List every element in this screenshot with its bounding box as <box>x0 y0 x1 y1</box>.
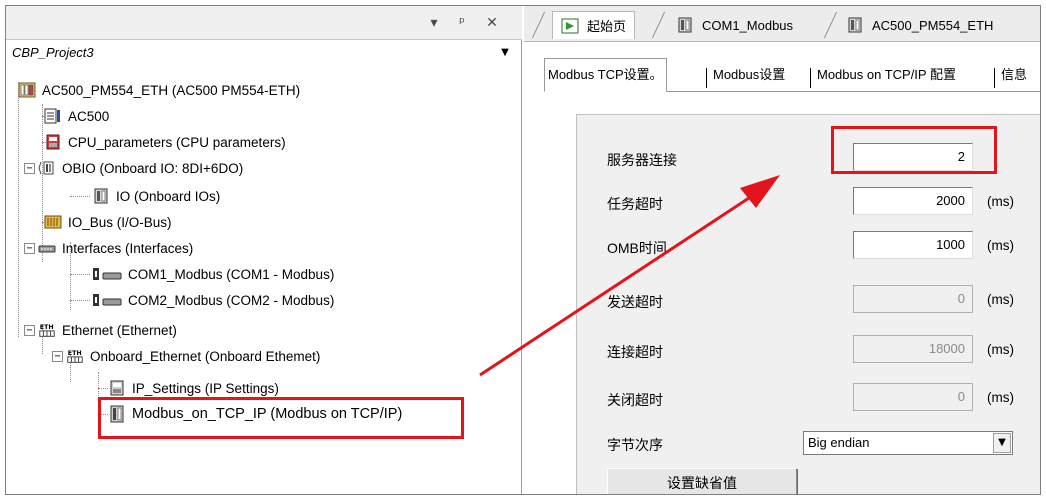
tab-com1-modbus[interactable]: COM1_Modbus <box>668 11 801 39</box>
send-timeout-field: 0 <box>853 285 973 313</box>
svg-text:ETH: ETH <box>40 324 54 331</box>
settings-tab-strip: Modbus TCP设置。 Modbus设置 Modbus on TCP/IP … <box>544 58 1040 92</box>
tab-modbus-tcp-settings[interactable]: Modbus TCP设置。 <box>544 58 667 92</box>
modbus-tcp-settings-form: 服务器连接 2 任务超时 2000 (ms) OMB时间 1000 (ms) 发… <box>576 114 1040 494</box>
tree-node-com1-modbus[interactable]: COM1_Modbus (COM1 - Modbus) <box>92 264 334 284</box>
tree-node-com2-modbus[interactable]: COM2_Modbus (COM2 - Modbus) <box>92 290 334 310</box>
send-timeout-unit: (ms) <box>987 292 1014 307</box>
io-module-icon <box>676 17 694 33</box>
io-bus-icon <box>44 214 62 230</box>
tab-start-page[interactable]: 起始页 <box>552 11 636 39</box>
highlight-box-field <box>831 126 997 174</box>
collapse-icon[interactable]: − <box>52 350 63 362</box>
task-timeout-unit: (ms) <box>987 194 1014 209</box>
omb-time-field[interactable]: 1000 <box>853 231 973 259</box>
ethernet-icon: ETH <box>66 348 84 364</box>
svg-text:ETH: ETH <box>68 350 82 357</box>
tab-label: AC500_PM554_ETH <box>872 17 994 33</box>
byte-order-value: Big endian <box>808 435 870 450</box>
tree-node-ethernet[interactable]: − ETH Ethernet (Ethernet) <box>24 320 177 340</box>
serial-port-icon <box>92 292 122 308</box>
tree-label-plc: AC500_PM554_ETH (AC500 PM554-ETH) <box>42 82 301 98</box>
tree-label-com1-modbus: COM1_Modbus (COM1 - Modbus) <box>128 266 335 282</box>
task-timeout-field[interactable]: 2000 <box>853 187 973 215</box>
application-icon <box>44 108 62 124</box>
tree-node-plc[interactable]: AC500_PM554_ETH (AC500 PM554-ETH) <box>18 80 300 100</box>
tree-node-ac500[interactable]: AC500 <box>44 106 109 126</box>
panel-dropdown-icon[interactable]: ▾ <box>424 13 444 33</box>
close-timeout-field: 0 <box>853 383 973 411</box>
tab-label: 起始页 <box>587 19 627 34</box>
serial-port-icon <box>92 266 122 282</box>
tree-node-io-bus[interactable]: IO_Bus (I/O-Bus) <box>44 212 172 232</box>
start-page-icon <box>561 18 579 34</box>
io-module-icon <box>846 17 864 33</box>
close-icon[interactable]: ✕ <box>482 13 502 33</box>
interfaces-icon <box>38 240 56 256</box>
project-name[interactable]: CBP_Project3 <box>12 45 94 60</box>
io-module-icon <box>92 188 110 204</box>
set-default-button[interactable]: 设置缺省值 <box>607 468 797 494</box>
close-timeout-unit: (ms) <box>987 390 1014 405</box>
tree-node-obio[interactable]: − OBIO (Onboard IO: 8DI+6DO) <box>24 158 243 178</box>
byte-order-label: 字节次序 <box>607 437 663 453</box>
editor-panel: 起始页 COM1_Modbus AC500_PM554_ETH Modbus T… <box>524 6 1040 494</box>
tab-modbus-settings[interactable]: Modbus设置 <box>710 62 788 90</box>
ip-settings-icon <box>108 380 126 396</box>
collapse-icon[interactable]: − <box>24 242 35 254</box>
tree-label-io: IO (Onboard IOs) <box>116 188 221 204</box>
collapse-icon[interactable]: − <box>24 324 35 336</box>
tree-label-obio: OBIO (Onboard IO: 8DI+6DO) <box>62 160 244 176</box>
tree-node-interfaces[interactable]: − Interfaces (Interfaces) <box>24 238 193 258</box>
tree-node-onboard-ethernet[interactable]: − ETH Onboard_Ethernet (Onboard Ethemet) <box>52 346 320 366</box>
tree-label-com2-modbus: COM2_Modbus (COM2 - Modbus) <box>128 292 335 308</box>
tab-label: COM1_Modbus <box>702 17 794 33</box>
connect-timeout-label: 连接超时 <box>607 344 663 360</box>
tab-info[interactable]: 信息 <box>998 62 1030 90</box>
connect-timeout-unit: (ms) <box>987 342 1014 357</box>
chevron-down-icon[interactable]: ▼ <box>993 433 1011 453</box>
collapse-icon[interactable]: − <box>24 162 35 174</box>
connect-timeout-field: 18000 <box>853 335 973 363</box>
send-timeout-label: 发送超时 <box>607 294 663 310</box>
omb-time-label: OMB时间 <box>607 240 667 256</box>
server-connections-label: 服务器连接 <box>607 152 677 168</box>
tree-label-ac500: AC500 <box>68 108 110 124</box>
task-timeout-label: 任务超时 <box>607 196 663 212</box>
tree-node-io[interactable]: IO (Onboard IOs) <box>92 186 220 206</box>
close-timeout-label: 关闭超时 <box>607 392 663 408</box>
ethernet-icon: ETH <box>38 322 56 338</box>
tree-label-ethernet: Ethernet (Ethernet) <box>62 322 177 338</box>
onboard-io-icon <box>38 160 56 176</box>
tab-modbus-on-tcp-ip-config[interactable]: Modbus on TCP/IP 配置 <box>814 62 959 90</box>
omb-time-unit: (ms) <box>987 238 1014 253</box>
tree-label-cpu-parameters: CPU_parameters (CPU parameters) <box>68 134 286 150</box>
tab-ac500-pm554-eth[interactable]: AC500_PM554_ETH <box>838 11 1001 39</box>
tree-label-io-bus: IO_Bus (I/O-Bus) <box>68 214 172 230</box>
device-panel-header: ▾ ᵖ ✕ <box>6 6 522 40</box>
tree-node-ip-settings[interactable]: IP_Settings (IP Settings) <box>108 378 279 398</box>
cpu-parameters-icon <box>44 134 62 150</box>
project-dropdown-icon[interactable]: ▼ <box>496 44 514 62</box>
tree-label-onboard-ethernet: Onboard_Ethernet (Onboard Ethemet) <box>90 348 321 364</box>
tree-node-cpu-parameters[interactable]: CPU_parameters (CPU parameters) <box>44 132 286 152</box>
tree-label-ip-settings: IP_Settings (IP Settings) <box>132 380 279 396</box>
document-tab-strip: 起始页 COM1_Modbus AC500_PM554_ETH <box>524 6 1040 42</box>
highlight-box-tree <box>98 397 464 439</box>
app-window: ▾ ᵖ ✕ CBP_Project3 ▼ AC500_PM554_ETH (AC… <box>5 5 1041 495</box>
plc-icon <box>18 82 36 98</box>
tree-label-interfaces: Interfaces (Interfaces) <box>62 240 194 256</box>
device-tree-panel: ▾ ᵖ ✕ CBP_Project3 ▼ AC500_PM554_ETH (AC… <box>6 6 522 494</box>
byte-order-select[interactable]: Big endian ▼ <box>803 431 1013 455</box>
pin-icon[interactable]: ᵖ <box>452 13 472 33</box>
